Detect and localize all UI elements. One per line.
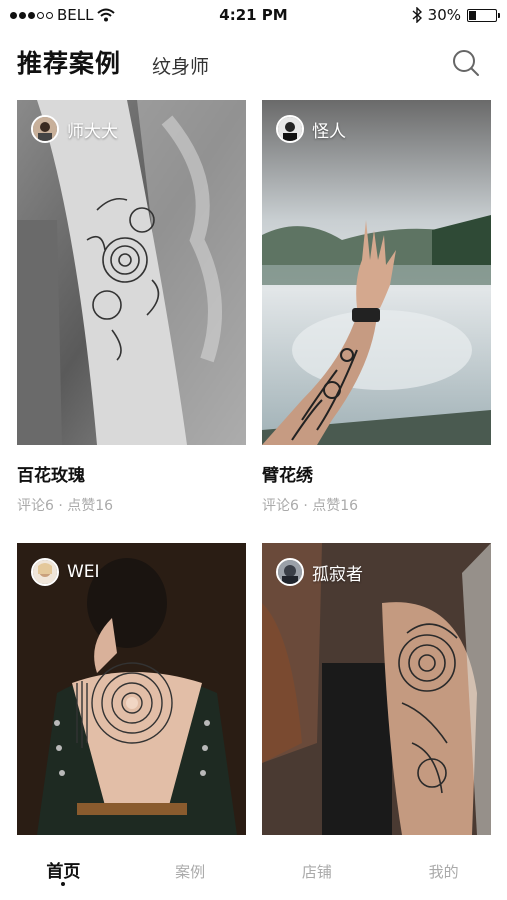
author[interactable]: WEI <box>31 558 100 586</box>
author[interactable]: 孤寂者 <box>276 558 363 586</box>
author-name[interactable]: WEI <box>67 562 100 582</box>
nav-home-label: 首页 <box>46 862 81 882</box>
nav-mine-label: 我的 <box>428 863 459 881</box>
avatar[interactable] <box>276 115 304 143</box>
nav-shop[interactable]: 店铺 <box>254 835 381 900</box>
active-indicator-dot <box>61 882 66 886</box>
tab-tattoo-artists[interactable]: 纹身师 <box>152 52 209 79</box>
bottom-nav: 首页 案例 店铺 我的 <box>0 835 507 900</box>
header: 推荐案例 纹身师 <box>0 30 507 92</box>
case-title[interactable]: 百花玫瑰 <box>17 461 85 486</box>
nav-mine[interactable]: 我的 <box>380 835 507 900</box>
battery-percent: 30% <box>427 6 461 24</box>
avatar[interactable] <box>31 115 59 143</box>
case-stats: 评论6 · 点赞16 <box>17 498 114 514</box>
nav-shop-label: 店铺 <box>301 863 332 881</box>
avatar[interactable] <box>276 558 304 586</box>
battery-icon <box>467 8 500 22</box>
author-name[interactable]: 孤寂者 <box>312 560 363 585</box>
bluetooth-icon <box>412 7 422 23</box>
status-bar: BELL 4:21 PM 30% <box>0 0 507 30</box>
nav-cases-label: 案例 <box>175 863 206 881</box>
battery-level <box>469 10 477 20</box>
author-name[interactable]: 怪人 <box>312 117 346 142</box>
case-image[interactable] <box>262 100 491 445</box>
case-image[interactable] <box>17 543 246 835</box>
avatar[interactable] <box>31 558 59 586</box>
case-title[interactable]: 臂花绣 <box>262 461 313 486</box>
author-name[interactable]: 师大大 <box>67 117 118 142</box>
author[interactable]: 怪人 <box>276 115 346 143</box>
tab-recommended-cases[interactable]: 推荐案例 <box>17 44 121 80</box>
nav-cases[interactable]: 案例 <box>127 835 254 900</box>
case-image[interactable] <box>262 543 491 835</box>
case-image[interactable] <box>17 100 246 445</box>
nav-home[interactable]: 首页 <box>0 835 127 900</box>
status-right: 30% <box>412 6 500 24</box>
case-stats: 评论6 · 点赞16 <box>262 498 359 514</box>
author[interactable]: 师大大 <box>31 115 118 143</box>
search-icon[interactable] <box>451 48 481 78</box>
